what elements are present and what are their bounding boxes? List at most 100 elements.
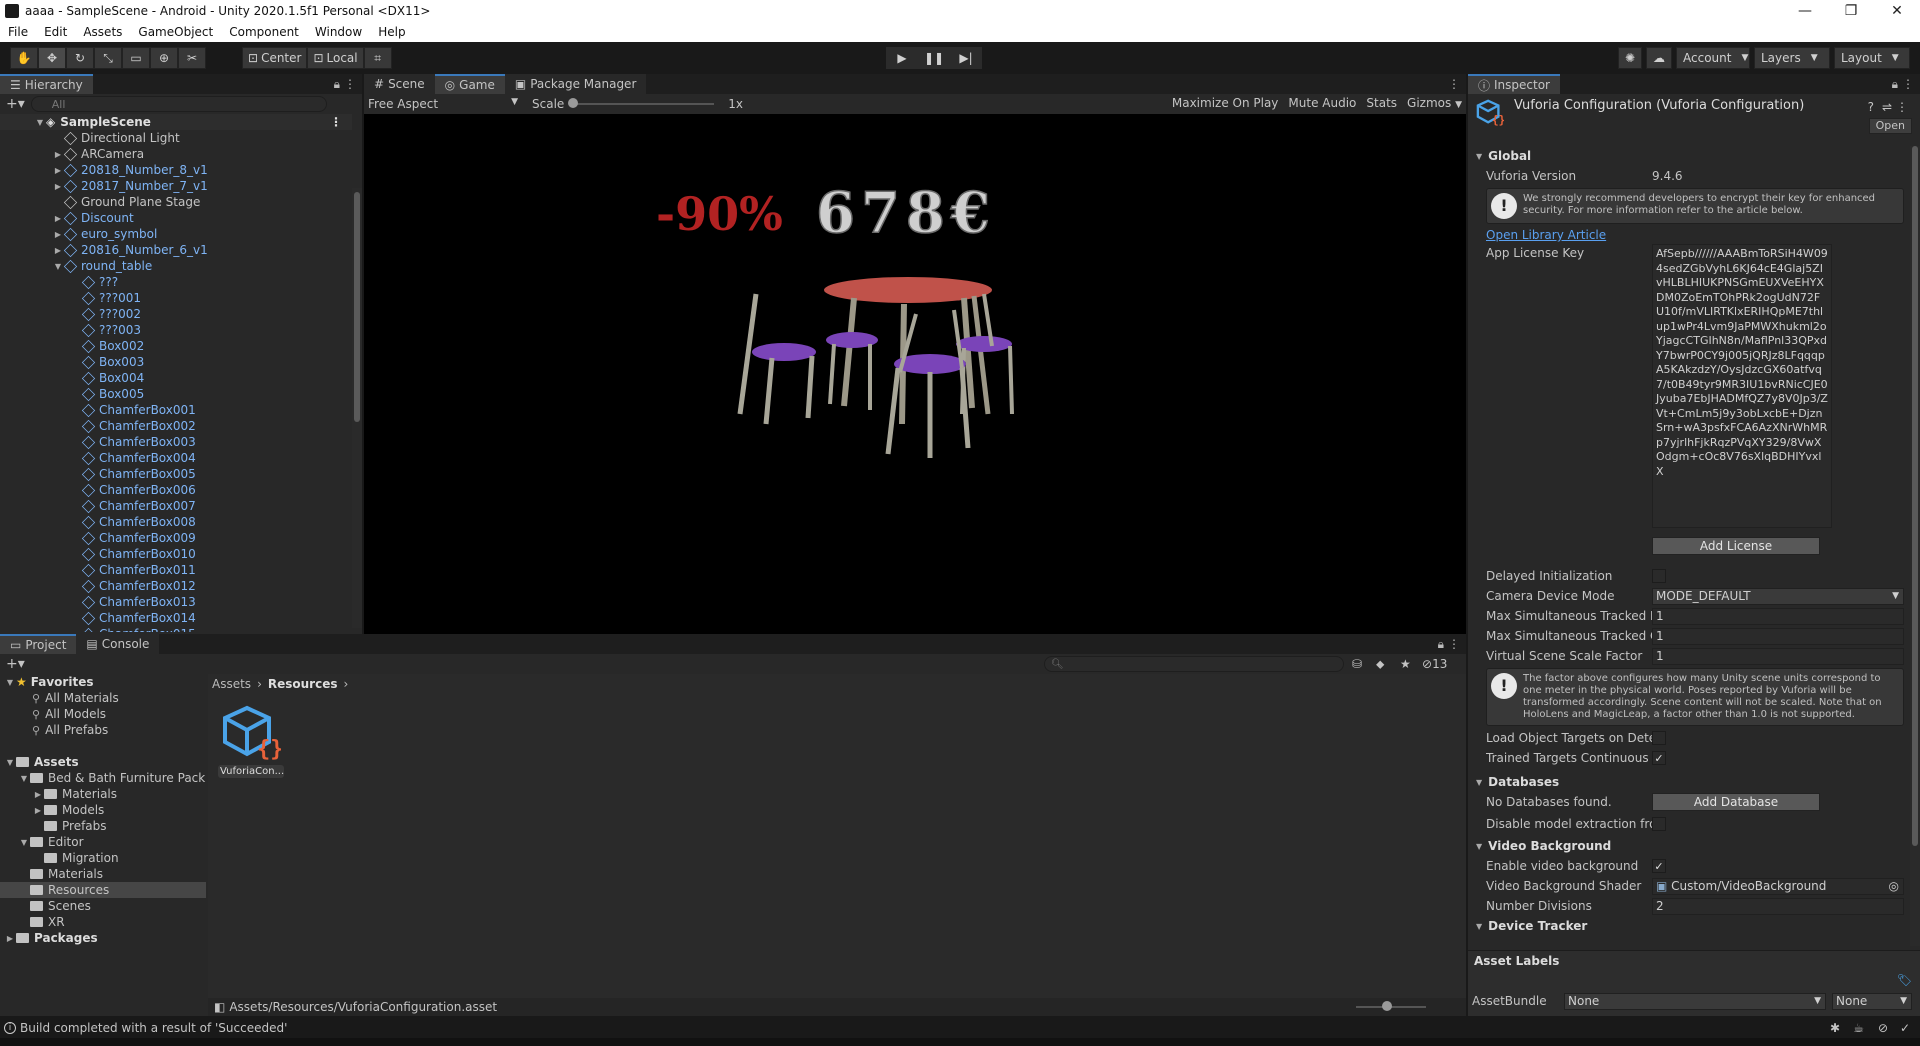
open-button[interactable]: Open	[1868, 118, 1912, 134]
more-options-icon[interactable]: ⋮	[1902, 77, 1914, 91]
folder-tree-item[interactable]: ▶ Packages	[0, 930, 206, 946]
chevron-right-icon[interactable]: ▶	[52, 182, 64, 191]
hierarchy-item[interactable]: ChamferBox009	[0, 530, 352, 546]
hierarchy-item[interactable]: ▶ 20817_Number_7_v1	[0, 178, 352, 194]
add-license-button[interactable]: Add License	[1652, 537, 1820, 555]
folder-tree-item[interactable]: ▶ Materials	[0, 786, 206, 802]
hierarchy-item[interactable]: Ground Plane Stage	[0, 194, 352, 210]
hierarchy-search-input[interactable]: All	[30, 96, 327, 112]
folder-tree-item[interactable]: Scenes	[0, 898, 206, 914]
folder-tree-item[interactable]: Prefabs	[0, 818, 206, 834]
menu-help[interactable]: Help	[370, 25, 413, 39]
hierarchy-item[interactable]: ChamferBox014	[0, 610, 352, 626]
hierarchy-item[interactable]: ChamferBox003	[0, 434, 352, 450]
rotate-tool-icon[interactable]: ↻	[66, 47, 94, 69]
breadcrumb-assets[interactable]: Assets	[212, 677, 251, 691]
scale-tool-icon[interactable]: ⤡	[94, 47, 122, 69]
network-icon[interactable]: ⊘	[1878, 1021, 1888, 1035]
tab-hierarchy[interactable]: ☰ Hierarchy	[0, 74, 93, 94]
close-button[interactable]: ✕	[1874, 0, 1920, 22]
favorite-item[interactable]: ⚲ All Materials	[0, 690, 206, 706]
hierarchy-item[interactable]: Box003	[0, 354, 352, 370]
help-icon[interactable]: ?	[1868, 100, 1874, 114]
more-options-icon[interactable]: ⋮	[344, 77, 356, 91]
more-options-icon[interactable]: ⋮	[1448, 77, 1460, 91]
hierarchy-item[interactable]: ▶ 20818_Number_8_v1	[0, 162, 352, 178]
chevron-down-icon[interactable]: ▼	[18, 774, 30, 783]
menu-gameobject[interactable]: GameObject	[130, 25, 221, 39]
slider-knob[interactable]	[1382, 1001, 1392, 1011]
trained-targets-checkbox[interactable]: ✓	[1652, 751, 1666, 765]
load-object-checkbox[interactable]	[1652, 731, 1666, 745]
hierarchy-item[interactable]: ▶ Discount	[0, 210, 352, 226]
hierarchy-item[interactable]: ChamferBox001	[0, 402, 352, 418]
folder-tree-item[interactable]: ▶ Models	[0, 802, 206, 818]
chevron-right-icon[interactable]: ▶	[52, 214, 64, 223]
chevron-right-icon[interactable]: ▶	[32, 790, 44, 799]
hierarchy-item[interactable]: ???002	[0, 306, 352, 322]
cloud-button[interactable]: ☁	[1646, 47, 1672, 69]
chevron-down-icon[interactable]: ▼	[4, 758, 16, 767]
tab-scene[interactable]: # Scene	[364, 74, 435, 94]
lock-icon[interactable]: 🔒︎	[1892, 77, 1898, 92]
lock-icon[interactable]: 🔒︎	[1438, 637, 1444, 652]
menu-file[interactable]: File	[0, 25, 36, 39]
folder-tree-item[interactable]: ▼ Editor	[0, 834, 206, 850]
hierarchy-item[interactable]: ChamferBox004	[0, 450, 352, 466]
chevron-right-icon[interactable]: ▶	[52, 150, 64, 159]
chevron-down-icon[interactable]: ▼	[34, 118, 46, 127]
global-section-header[interactable]: ▼ Global	[1468, 146, 1912, 166]
scroll-thumb[interactable]	[354, 192, 360, 422]
divisions-field[interactable]: 2	[1652, 897, 1904, 915]
tab-package-manager[interactable]: ▣ Package Manager	[504, 74, 647, 94]
project-search-input[interactable]: 🔍︎	[1044, 656, 1344, 672]
create-asset-button[interactable]: +▾	[6, 656, 25, 672]
slider-knob[interactable]	[568, 98, 579, 108]
hierarchy-item[interactable]: ChamferBox010	[0, 546, 352, 562]
menu-component[interactable]: Component	[221, 25, 307, 39]
favorite-item[interactable]: ⚲ All Models	[0, 706, 206, 722]
tab-inspector[interactable]: ⓘ Inspector	[1468, 74, 1560, 94]
filter-by-type-icon[interactable]: ⛁	[1352, 657, 1362, 671]
pause-button[interactable]: ❚❚	[918, 47, 950, 69]
hierarchy-item[interactable]: ChamferBox011	[0, 562, 352, 578]
hierarchy-item[interactable]: ▶ ARCamera	[0, 146, 352, 162]
rect-tool-icon[interactable]: ▭	[122, 47, 150, 69]
breadcrumb-resources[interactable]: Resources	[268, 677, 338, 691]
tab-game[interactable]: ◎ Game	[434, 74, 505, 94]
folder-tree-item[interactable]: Migration	[0, 850, 206, 866]
max-images-field[interactable]: 1	[1652, 607, 1904, 625]
filter-by-label-icon[interactable]: ⬥	[1376, 657, 1384, 672]
camera-mode-dropdown[interactable]: MODE_DEFAULT ▼	[1652, 587, 1904, 605]
more-options-icon[interactable]: ⋮	[330, 115, 342, 129]
icon-size-slider[interactable]	[1356, 1001, 1426, 1011]
menu-assets[interactable]: Assets	[75, 25, 130, 39]
hierarchy-item[interactable]: ChamferBox012	[0, 578, 352, 594]
chevron-right-icon[interactable]: ▶	[4, 934, 16, 943]
hierarchy-item[interactable]: ▶ 20816_Number_6_v1	[0, 242, 352, 258]
step-button[interactable]: ▶|	[950, 47, 982, 69]
hierarchy-item[interactable]: Box005	[0, 386, 352, 402]
more-options-icon[interactable]: ⋮	[1448, 637, 1460, 651]
gizmos-dropdown[interactable]: Gizmos ▼	[1407, 96, 1462, 110]
max-objects-field[interactable]: 1	[1652, 627, 1904, 645]
assetbundle-dropdown[interactable]: None ▼	[1564, 992, 1826, 1010]
layers-dropdown[interactable]: Layers ▼	[1754, 47, 1830, 69]
layout-dropdown[interactable]: Layout ▼	[1834, 47, 1910, 69]
vuforia-configuration-asset[interactable]: {} VuforiaCon...	[218, 704, 284, 778]
hierarchy-item[interactable]: ???001	[0, 290, 352, 306]
collab-button[interactable]: ✺	[1617, 47, 1642, 69]
progress-icon[interactable]: ☕	[1853, 1021, 1864, 1035]
check-status-icon[interactable]: ✓	[1900, 1021, 1910, 1035]
folder-tree-item[interactable]: Resources	[0, 882, 206, 898]
folder-tree-item[interactable]: ▼ Assets	[0, 754, 206, 770]
scale-slider[interactable]	[568, 98, 715, 108]
favorites-header[interactable]: ▼ ★ Favorites	[0, 674, 206, 690]
folder-tree-item[interactable]: ▼ Bed & Bath Furniture Pack	[0, 770, 206, 786]
chevron-down-icon[interactable]: ▼	[18, 838, 30, 847]
menu-window[interactable]: Window	[307, 25, 370, 39]
hierarchy-item[interactable]: ChamferBox008	[0, 514, 352, 530]
open-library-article-link[interactable]: Open Library Article	[1468, 226, 1912, 244]
add-database-button[interactable]: Add Database	[1652, 793, 1820, 811]
preset-icon[interactable]: ⇌	[1882, 100, 1892, 114]
